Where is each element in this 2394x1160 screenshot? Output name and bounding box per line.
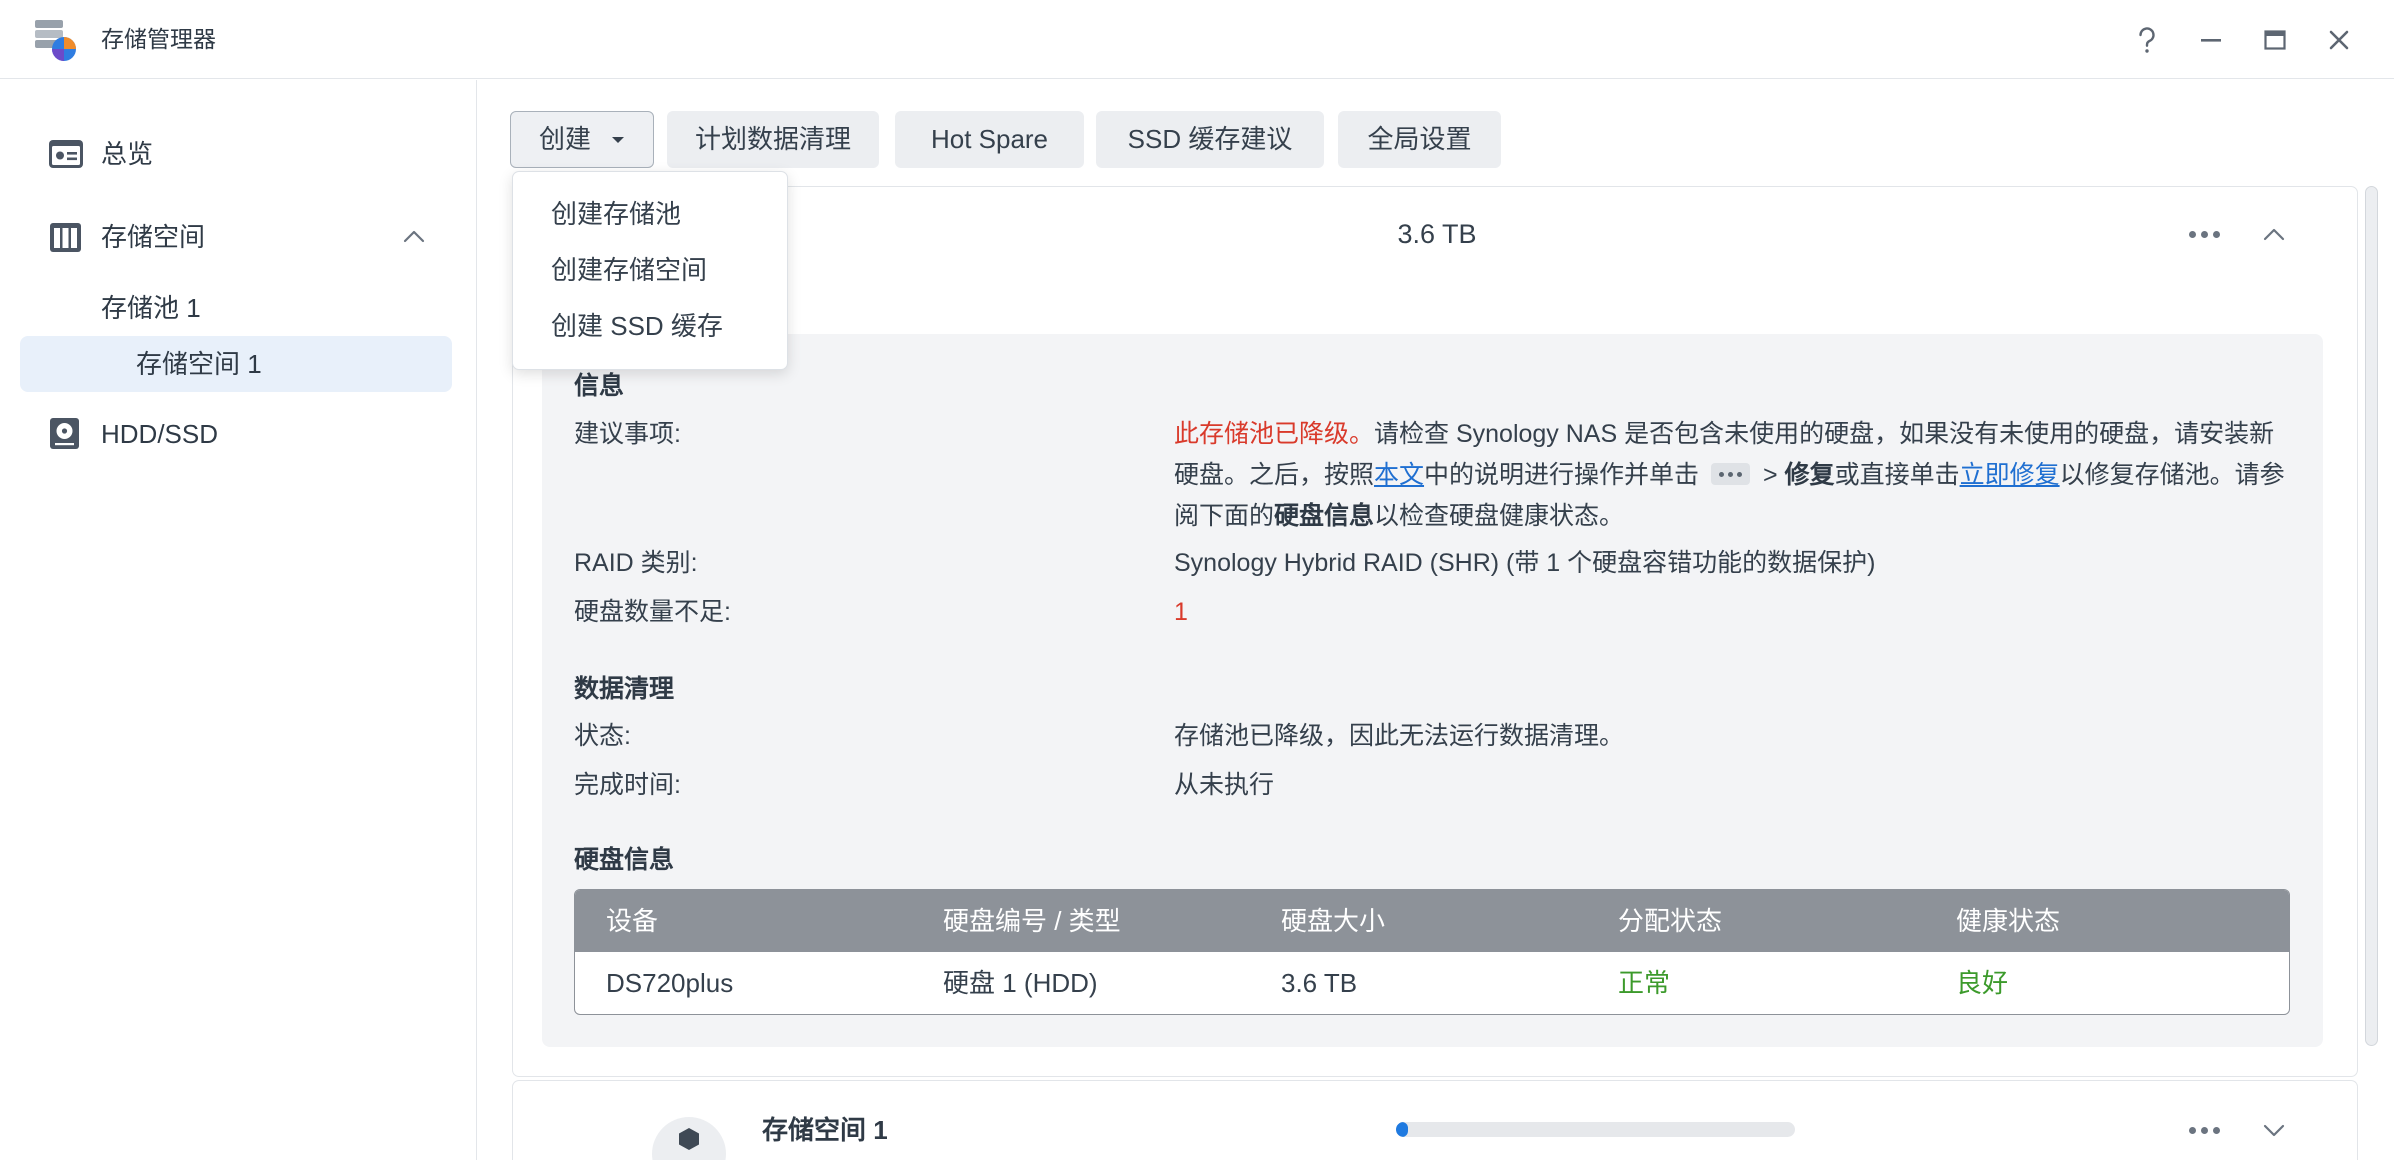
close-glyph <box>2329 30 2349 50</box>
column-header-allocation-status: 分配状态 <box>1618 906 1723 936</box>
storage-manager-app-icon <box>35 20 76 61</box>
volume-usage-bar <box>1396 1122 1795 1137</box>
close-icon[interactable] <box>2319 20 2359 60</box>
sidebar-item-hdd-ssd[interactable]: HDD/SSD <box>20 406 452 462</box>
cell-allocation-status: 正常 <box>1618 968 1671 998</box>
sidebar-item-label: 存储空间 1 <box>136 349 262 379</box>
sidebar-item-overview[interactable]: 总览 <box>20 126 452 182</box>
menu-item-create-storage-pool[interactable]: 创建存储池 <box>513 186 787 242</box>
global-settings-button[interactable]: 全局设置 <box>1338 111 1501 168</box>
volume-usage-fill <box>1396 1122 1408 1137</box>
chevron-up-icon[interactable] <box>403 229 425 243</box>
recommendation-text-2: 中的说明进行操作并单击 <box>1424 461 1700 489</box>
table-header-row: 设备 硬盘编号 / 类型 硬盘大小 分配状态 健康状态 <box>575 890 2289 952</box>
maximize-glyph <box>2264 30 2286 50</box>
schedule-scrubbing-button[interactable]: 计划数据清理 <box>667 111 879 168</box>
table-row[interactable]: DS720plus 硬盘 1 (HDD) 3.6 TB 正常 良好 <box>575 952 2289 1014</box>
volume-card: 存储空间 1 <box>512 1080 2358 1160</box>
collapse-pool-chevron-up-icon[interactable] <box>2263 227 2285 241</box>
scrubbing-status-value: 存储池已降级，因此无法运行数据清理。 <box>1174 722 1625 750</box>
info-heading: 信息 <box>574 372 625 400</box>
sidebar-item-label: 存储空间 <box>101 222 206 252</box>
caret-down-icon <box>612 137 624 143</box>
sidebar-item-storage[interactable]: 存储空间 <box>20 209 452 265</box>
scrubbing-completed-value: 从未执行 <box>1174 771 1275 799</box>
raid-type-label: RAID 类别: <box>574 549 698 577</box>
create-button[interactable]: 创建 <box>510 111 654 168</box>
sidebar-item-label: 总览 <box>101 139 154 169</box>
pool-details-panel: 信息 建议事项: 此存储池已降级。请检查 Synology NAS 是否包含未使… <box>542 334 2323 1047</box>
storage-icon <box>50 223 81 252</box>
drive-info-heading: 硬盘信息 <box>574 846 675 874</box>
volume-icon <box>652 1117 726 1160</box>
degraded-warning: 此存储池已降级。 <box>1174 420 1375 448</box>
expand-volume-chevron-down-icon[interactable] <box>2263 1123 2285 1137</box>
repair-now-link[interactable]: 立即修复 <box>1960 461 2060 489</box>
volume-more-actions-icon[interactable] <box>2189 1127 2220 1134</box>
help-glyph <box>2139 27 2155 53</box>
ssd-cache-advisor-button[interactable]: SSD 缓存建议 <box>1096 111 1324 168</box>
maximize-icon[interactable] <box>2255 20 2295 60</box>
scrubbing-heading: 数据清理 <box>574 675 675 703</box>
repair-keyword: 修复 <box>1784 461 1835 489</box>
sidebar-item-label: HDD/SSD <box>101 419 219 449</box>
content-scrollbar[interactable] <box>2365 186 2378 1046</box>
cell-device: DS720plus <box>606 968 734 998</box>
sidebar-item-storage-pool-1[interactable]: 存储池 1 <box>20 280 452 336</box>
more-actions-inline-icon <box>1711 463 1751 486</box>
raid-type-value: Synology Hybrid RAID (SHR) (带 1 个硬盘容错功能的… <box>1174 549 1876 577</box>
hot-spare-button[interactable]: Hot Spare <box>895 111 1084 168</box>
storage-pool-card: 3.6 TB 信息 建议事项: 此存储池已降级。请检查 Synology NAS… <box>512 186 2358 1077</box>
recommendation-label: 建议事项: <box>574 420 681 448</box>
create-dropdown-menu: 创建存储池 创建存储空间 创建 SSD 缓存 <box>512 171 788 370</box>
menu-item-create-ssd-cache[interactable]: 创建 SSD 缓存 <box>513 298 787 354</box>
scrubbing-completed-label: 完成时间: <box>574 771 681 799</box>
cell-drive-size: 3.6 TB <box>1281 968 1358 998</box>
cell-drive-number-type: 硬盘 1 (HDD) <box>943 968 1098 998</box>
hdd-ssd-icon <box>50 418 79 449</box>
sidebar-item-volume-1[interactable]: 存储空间 1 <box>20 336 452 392</box>
missing-drives-value: 1 <box>1174 598 1188 626</box>
app-title: 存储管理器 <box>101 26 216 52</box>
pool-more-actions-icon[interactable] <box>2189 231 2220 238</box>
minimize-icon[interactable] <box>2191 20 2231 60</box>
sidebar-item-label: 存储池 1 <box>101 293 201 323</box>
column-header-device: 设备 <box>606 906 659 936</box>
column-header-health-status: 健康状态 <box>1956 906 2061 936</box>
drive-table: 设备 硬盘编号 / 类型 硬盘大小 分配状态 健康状态 DS720plus 硬盘… <box>574 889 2290 1015</box>
create-button-label: 创建 <box>539 124 592 154</box>
overview-icon <box>49 140 83 168</box>
cell-health-status: 良好 <box>1956 968 2009 998</box>
help-icon[interactable] <box>2127 20 2167 60</box>
recommendation-text-3: > <box>1756 461 1785 489</box>
recommendation-value: 此存储池已降级。请检查 Synology NAS 是否包含未使用的硬盘，如果没有… <box>1174 414 2290 537</box>
title-bar: 存储管理器 <box>0 0 2394 79</box>
drive-info-keyword: 硬盘信息 <box>1274 502 1375 530</box>
pool-size: 3.6 TB <box>1397 219 1477 249</box>
column-header-drive-number-type: 硬盘编号 / 类型 <box>943 906 1121 936</box>
scrubbing-status-label: 状态: <box>574 722 631 750</box>
sidebar: 总览 存储空间 存储池 1 存储空间 1 HDD/SSD <box>0 80 477 1160</box>
recommendation-text-4: 或直接单击 <box>1834 461 1960 489</box>
missing-drives-label: 硬盘数量不足: <box>574 598 731 626</box>
minimize-glyph <box>2201 39 2221 42</box>
recommendation-text-6: 以检查硬盘健康状态。 <box>1374 502 1625 530</box>
menu-item-create-volume[interactable]: 创建存储空间 <box>513 242 787 298</box>
volume-name: 存储空间 1 <box>762 1115 888 1145</box>
column-header-drive-size: 硬盘大小 <box>1281 906 1386 936</box>
article-link[interactable]: 本文 <box>1374 461 1424 489</box>
